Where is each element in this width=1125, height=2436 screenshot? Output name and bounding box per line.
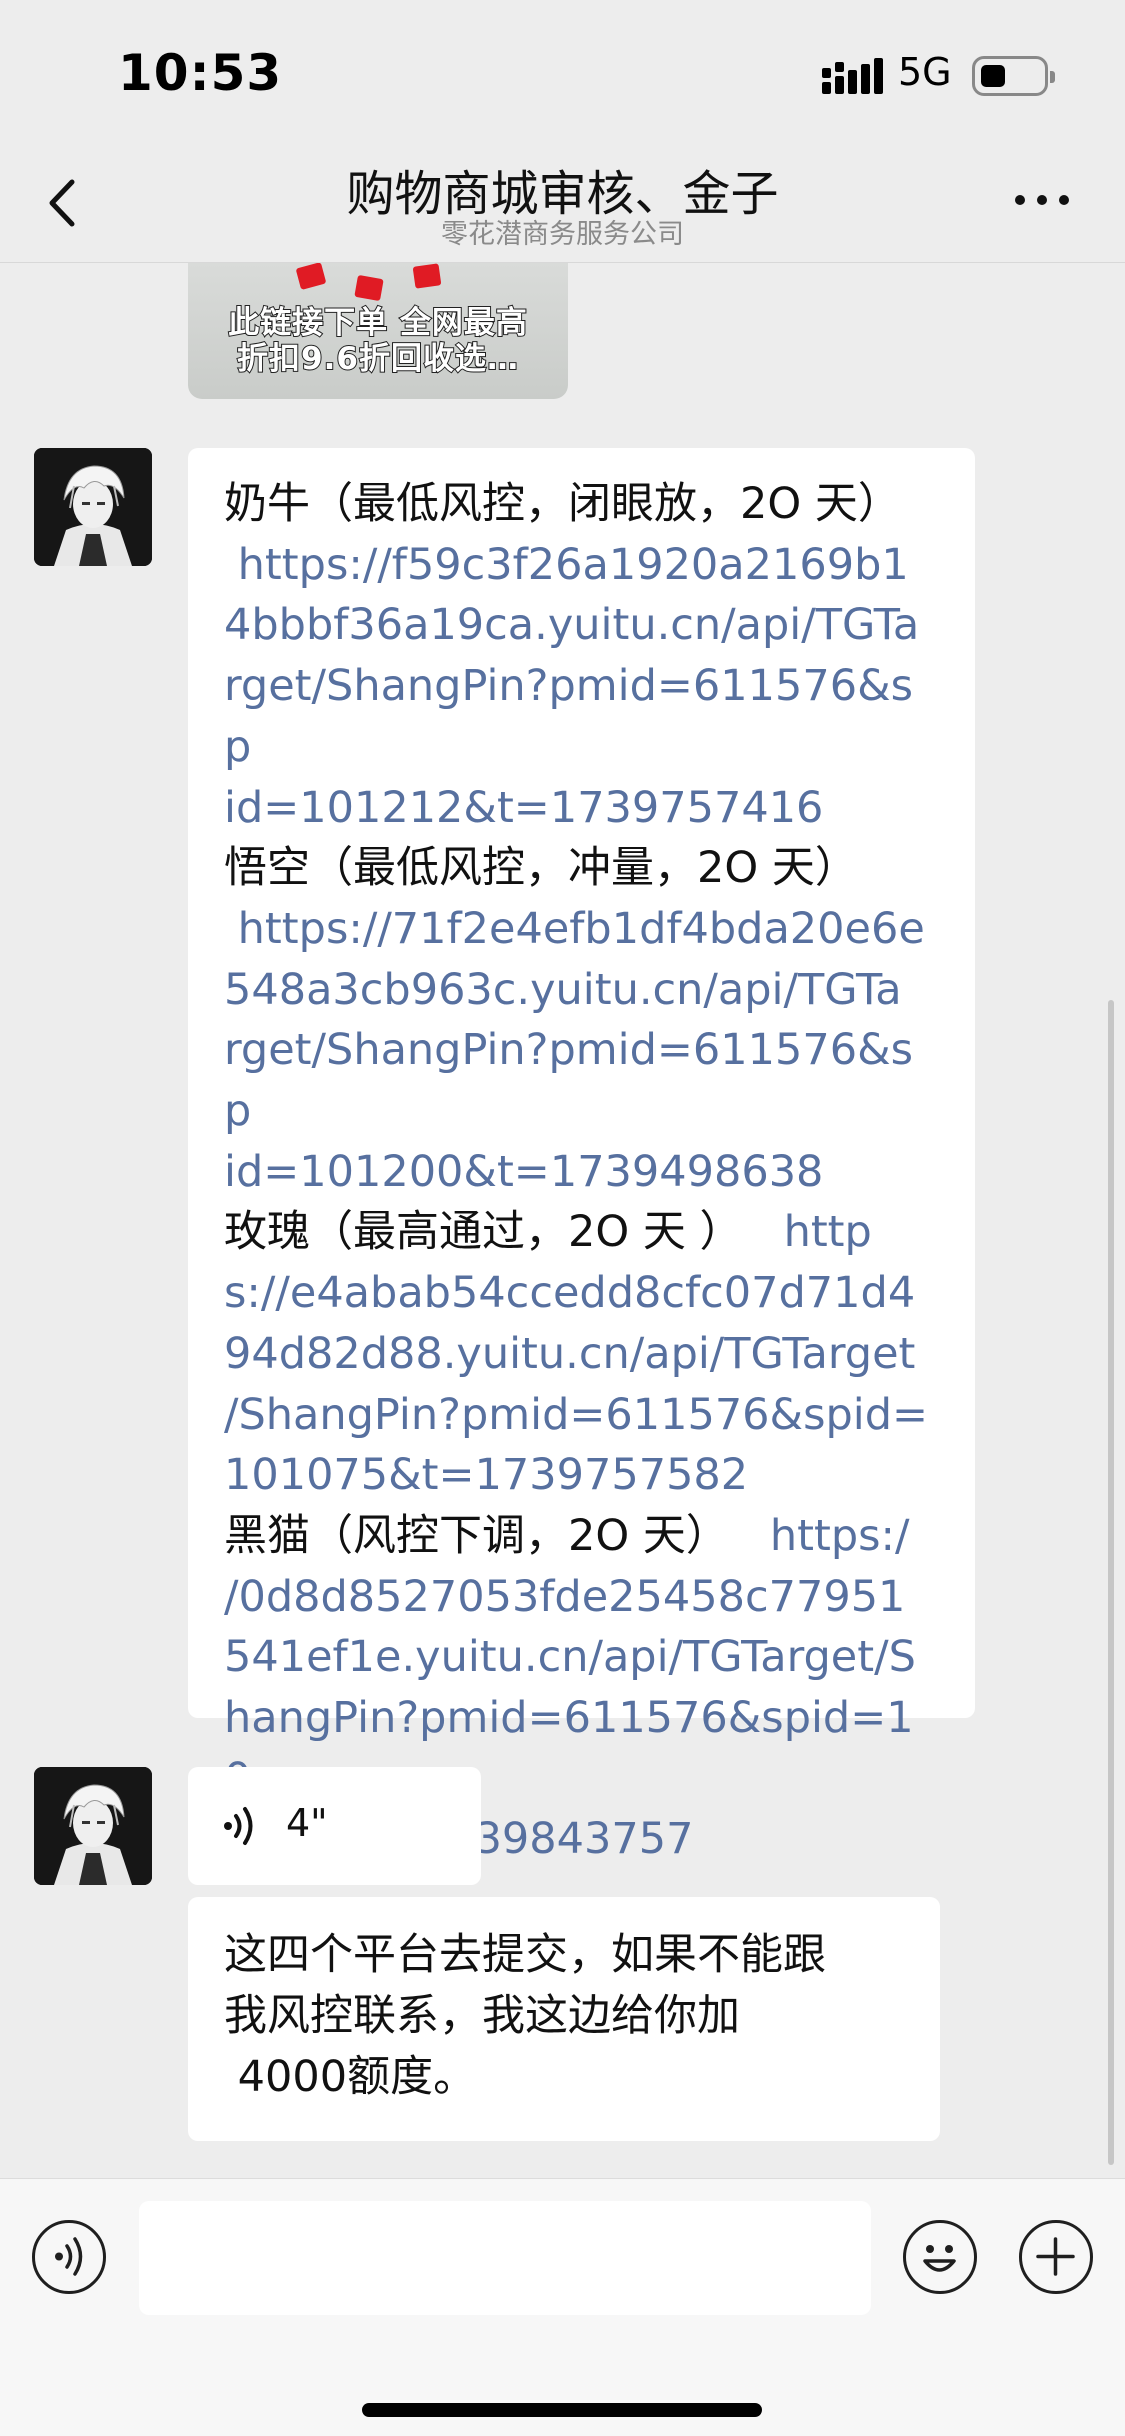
message-line: 悟空（最低风控，冲量，2O 天） (224, 838, 939, 899)
message-link-text[interactable]: 101075&t=1739757582 (224, 1450, 748, 1500)
message-line: 94d82d88.yuitu.cn/api/TGTarget (224, 1324, 939, 1385)
avatar[interactable] (34, 448, 152, 566)
message-input[interactable] (139, 2201, 871, 2315)
battery-icon (972, 56, 1055, 96)
message-link-text[interactable]: id=101212&t=1739757416 (224, 783, 823, 833)
voice-duration: 4" (286, 1801, 328, 1845)
message-text: 奶牛（最低风控，闭眼放，2O 天） (224, 479, 901, 529)
message-text: 玫瑰（最高通过，2O 天 ） (224, 1207, 743, 1258)
chat-area[interactable]: 此链接下单 全网最高 折扣9.6折回收选… 奶牛（最低风控，闭眼放，2O 天） … (0, 263, 1125, 2178)
message-line: 奶牛（最低风控，闭眼放，2O 天） (224, 474, 939, 535)
message-link-text[interactable]: 548a3cb963c.yuitu.cn/api/TGTa (224, 965, 902, 1015)
message-line: 黑猫（风控下调，2O 天） https:/ (224, 1506, 939, 1567)
message-link-text[interactable]: rget/ShangPin?pmid=611576&sp (224, 1025, 913, 1136)
message-line: id=101212&t=1739757416 (224, 778, 939, 839)
message-link-text[interactable]: s://e4abab54ccedd8cfc07d71d4 (224, 1268, 915, 1318)
message-link-text[interactable]: 541ef1e.yuitu.cn/api/TGTarget/S (224, 1632, 916, 1682)
avatar-image (34, 1767, 152, 1885)
message-link-text[interactable]: https://f59c3f26a1920a2169b1 (224, 540, 909, 590)
text-message[interactable]: 这四个平台去提交，如果不能跟 我风控联系，我这边给你加 4000额度。 (188, 1897, 940, 2141)
voice-wave-icon (224, 1807, 253, 1845)
home-indicator (362, 2403, 762, 2417)
plus-button[interactable] (1019, 2220, 1093, 2294)
message-line: 4bbbf36a19ca.yuitu.cn/api/TGTa (224, 595, 939, 656)
message-line: id=101200&t=1739498638 (224, 1142, 939, 1203)
status-bar: 10:53 5G (0, 0, 1125, 150)
network-type: 5G (898, 50, 952, 94)
scrollbar[interactable] (1108, 1000, 1114, 2165)
chat-subtitle: 零花潜商务服务公司 (441, 219, 684, 250)
image-message[interactable]: 此链接下单 全网最高 折扣9.6折回收选… (188, 263, 568, 399)
status-time: 10:53 (118, 44, 283, 102)
signal-icon (822, 58, 883, 94)
message-line: 玫瑰（最高通过，2O 天 ） http (224, 1202, 939, 1263)
message-line: s://e4abab54ccedd8cfc07d71d4 (224, 1263, 939, 1324)
image-caption: 此链接下单 全网最高 折扣9.6折回收选… (188, 304, 568, 378)
avatar-image (34, 448, 152, 566)
message-line: rget/ShangPin?pmid=611576&sp (224, 1020, 939, 1141)
link-message[interactable]: 奶牛（最低风控，闭眼放，2O 天） https://f59c3f26a1920a… (188, 448, 975, 1864)
message-line: /0d8d8527053fde25458c77951 (224, 1567, 939, 1628)
voice-mode-icon (55, 2237, 83, 2276)
message-link-text[interactable]: https:/ (770, 1511, 910, 1561)
input-bar (0, 2178, 1125, 2436)
message-text: 悟空（最低风控，冲量，2O 天） (224, 843, 858, 894)
message-link-text[interactable]: id=101200&t=1739498638 (224, 1147, 823, 1197)
message-line: 548a3cb963c.yuitu.cn/api/TGTa (224, 960, 939, 1021)
message-text: 黑猫（风控下调，2O 天） (224, 1510, 729, 1561)
message-line: /ShangPin?pmid=611576&spid= (224, 1385, 939, 1446)
emoji-button[interactable] (903, 2220, 977, 2294)
message-line: 541ef1e.yuitu.cn/api/TGTarget/S (224, 1627, 939, 1688)
chat-header: 购物商城审核、金子 零花潜商务服务公司 (0, 150, 1125, 263)
message-line: rget/ShangPin?pmid=611576&sp (224, 656, 939, 777)
voice-message[interactable]: 4" (188, 1767, 481, 1885)
message-link-text[interactable]: 4bbbf36a19ca.yuitu.cn/api/TGTa (224, 600, 919, 650)
message-line: 101075&t=1739757582 (224, 1445, 939, 1506)
image-caption-line-2: 折扣9.6折回收选… (236, 340, 519, 378)
voice-mode-button[interactable] (32, 2220, 106, 2294)
message-line: https://71f2e4efb1df4bda20e6e (224, 899, 939, 960)
message-link-text[interactable]: https://71f2e4efb1df4bda20e6e (224, 904, 925, 954)
emoji-icon (923, 2245, 956, 2272)
message-link-text[interactable]: /ShangPin?pmid=611576&spid= (224, 1390, 928, 1440)
image-caption-line-1: 此链接下单 全网最高 (227, 304, 528, 342)
message-line: https://f59c3f26a1920a2169b1 (224, 535, 939, 596)
message-link-text[interactable]: rget/ShangPin?pmid=611576&sp (224, 661, 913, 772)
plus-icon (1036, 2237, 1075, 2276)
message-link-text[interactable]: /0d8d8527053fde25458c77951 (224, 1572, 905, 1622)
message-link-text[interactable]: http (784, 1207, 872, 1257)
avatar[interactable] (34, 1767, 152, 1885)
more-dots-icon[interactable] (1012, 190, 1072, 210)
message-link-text[interactable]: 94d82d88.yuitu.cn/api/TGTarget (224, 1329, 915, 1379)
